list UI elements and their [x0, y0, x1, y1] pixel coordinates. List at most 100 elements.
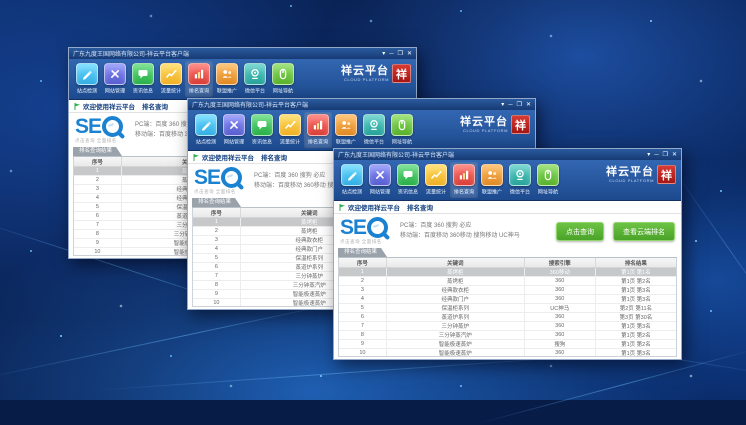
toolbar-item-news-info[interactable]: 资讯信息	[248, 112, 276, 148]
rank-cell: 第1页 第3名	[596, 349, 676, 357]
col-header-keyword: 关键词	[387, 258, 525, 267]
toolbar-item-site-check[interactable]: 站点检测	[338, 162, 366, 198]
seo-tagline: 点击查询 全面排名	[75, 138, 123, 144]
title-bar[interactable]: 广东九度王国网络有限公司-祥云平台客户端 ▾ ─ ❐ ✕	[188, 99, 535, 110]
tab-rank-results[interactable]: 排名查询结果	[192, 198, 241, 207]
toolbar-item-wechat-platform[interactable]: 微信平台	[360, 112, 388, 148]
toolbar-item-news-info[interactable]: 资讯信息	[129, 61, 157, 97]
toolbar-item-alliance-promo[interactable]: 联盟推广	[478, 162, 506, 198]
toolbar-item-traffic-stats[interactable]: 流量统计	[276, 112, 304, 148]
toolbar-item-label: 网站管理	[224, 138, 244, 145]
toolbar-item-news-info[interactable]: 资讯信息	[394, 162, 422, 198]
seo-logo: SE 点击查询 全面排名	[194, 167, 242, 195]
row-index-cell: 9	[74, 239, 122, 247]
col-header-index: 序号	[74, 157, 122, 166]
alliance-promo-icon	[216, 63, 238, 85]
skin-icon[interactable]: ▾	[382, 51, 385, 57]
toolbar-item-traffic-stats[interactable]: 流量统计	[157, 61, 185, 97]
toolbar-item-traffic-stats[interactable]: 流量统计	[422, 162, 450, 198]
table-row[interactable]: 9智能极速蒸炉搜狗第1页 第2名	[339, 340, 676, 349]
brand-logo: 祥云平台 CLOUD PLATFORM 祥	[606, 165, 676, 184]
table-row[interactable]: 6蒸道炉系列360第3页 第30名	[339, 313, 676, 322]
minimize-icon[interactable]: ─	[389, 51, 393, 57]
toolbar-item-label: 联盟推广	[217, 87, 237, 94]
table-row[interactable]: 2蒸烤柜360第1页 第2名	[339, 277, 676, 286]
close-icon[interactable]: ✕	[526, 102, 531, 108]
toolbar-item-site-check[interactable]: 站点检测	[192, 112, 220, 148]
toolbar-item-website-manage[interactable]: 网站管理	[101, 61, 129, 97]
toolbar-item-website-manage[interactable]: 网站管理	[220, 112, 248, 148]
toolbar-item-url-nav[interactable]: 网址导航	[388, 112, 416, 148]
minimize-icon[interactable]: ─	[508, 102, 512, 108]
site-check-icon	[195, 114, 217, 136]
welcome-section-label: 排名查询	[407, 202, 433, 212]
query-button[interactable]: 点击查询	[556, 222, 604, 241]
website-manage-icon	[369, 164, 391, 186]
toolbar-item-label: 网址导航	[273, 87, 293, 94]
flag-icon	[74, 103, 80, 110]
toolbar-item-site-check[interactable]: 站点检测	[73, 61, 101, 97]
table-row[interactable]: 3经典款衣柜360第1页 第3名	[339, 286, 676, 295]
tab-rank-results[interactable]: 排名查询结果	[73, 147, 122, 156]
toolbar-item-wechat-platform[interactable]: 微信平台	[506, 162, 534, 198]
table-row[interactable]: 10智能极速蒸炉360第1页 第3名	[339, 349, 676, 357]
close-icon[interactable]: ✕	[407, 51, 412, 57]
engine-cell: 360	[525, 322, 596, 330]
row-index-cell: 3	[193, 236, 241, 244]
toolbar-item-rank-query[interactable]: 排名查询	[450, 162, 478, 198]
close-icon[interactable]: ✕	[672, 152, 677, 158]
keyword-cell: 蒸道炉系列	[387, 313, 525, 321]
app-window-front[interactable]: 广东九度王国网络有限公司-祥云平台客户端 ▾ ─ ❐ ✕ 站点检测网站管理资讯信…	[333, 148, 682, 360]
seo-logo-text: SE	[340, 217, 366, 238]
toolbar-item-label: 资讯信息	[398, 188, 418, 195]
table-row[interactable]: 1蒸烤柜360移动第1页 第1名	[339, 268, 676, 277]
maximize-icon[interactable]: ❐	[663, 152, 668, 158]
toolbar-item-label: 联盟推广	[482, 188, 502, 195]
table-row[interactable]: 4经典款门户360第1页 第3名	[339, 295, 676, 304]
row-index-cell: 6	[74, 212, 122, 220]
skin-icon[interactable]: ▾	[501, 102, 504, 108]
toolbar-item-label: 微信平台	[510, 188, 530, 195]
toolbar-item-url-nav[interactable]: 网址导航	[269, 61, 297, 97]
maximize-icon[interactable]: ❐	[398, 51, 403, 57]
title-bar[interactable]: 广东九度王国网络有限公司-祥云平台客户端 ▾ ─ ❐ ✕	[334, 149, 681, 160]
minimize-icon[interactable]: ─	[654, 152, 658, 158]
title-bar[interactable]: 广东九度王国网络有限公司-祥云平台客户端 ▾ ─ ❐ ✕	[69, 48, 416, 59]
skin-icon[interactable]: ▾	[647, 152, 650, 158]
toolbar-item-rank-query[interactable]: 排名查询	[185, 61, 213, 97]
toolbar-item-alliance-promo[interactable]: 联盟推广	[332, 112, 360, 148]
view-cloud-rank-button[interactable]: 查看云端排名	[613, 222, 675, 241]
window-title: 广东九度王国网络有限公司-祥云平台客户端	[192, 100, 497, 109]
toolbar: 站点检测网站管理资讯信息流量统计排名查询联盟推广 微信平台网址导航 祥云平台 CL…	[334, 160, 681, 201]
maximize-icon[interactable]: ❐	[517, 102, 522, 108]
wechat-platform-icon	[244, 63, 266, 85]
engine-cell: UC神马	[525, 304, 596, 312]
seo-logo-text: SE	[75, 116, 101, 137]
row-index-cell: 9	[339, 340, 387, 348]
table-row[interactable]: 8三分钟蒸汽炉360第1页 第2名	[339, 331, 676, 340]
toolbar-item-label: 流量统计	[161, 87, 181, 94]
toolbar-item-rank-query[interactable]: 排名查询	[304, 112, 332, 148]
table-row[interactable]: 7三分钟蒸炉360第1页 第3名	[339, 322, 676, 331]
tab-rank-results[interactable]: 排名查询结果	[338, 248, 387, 257]
brand-name: 祥云平台	[606, 167, 654, 178]
keyword-cell: 三分钟蒸炉	[387, 322, 525, 330]
brand-name: 祥云平台	[460, 117, 508, 128]
row-index-cell: 4	[193, 245, 241, 253]
row-index-cell: 5	[74, 203, 122, 211]
col-header-engine: 搜索引擎	[525, 258, 596, 267]
toolbar-item-alliance-promo[interactable]: 联盟推广	[213, 61, 241, 97]
window-title: 广东九度王国网络有限公司-祥云平台客户端	[73, 49, 378, 58]
toolbar-item-wechat-platform[interactable]: 微信平台	[241, 61, 269, 97]
rank-cell: 第1页 第2名	[596, 331, 676, 339]
brand-badge: 祥	[392, 64, 411, 83]
rank-query-icon	[453, 164, 475, 186]
table-row[interactable]: 5保温柜系列UC神马第2页 第11名	[339, 304, 676, 313]
toolbar-item-url-nav[interactable]: 网址导航	[534, 162, 562, 198]
row-index-cell: 1	[193, 218, 241, 226]
traffic-stats-icon	[279, 114, 301, 136]
window-title: 广东九度王国网络有限公司-祥云平台客户端	[338, 150, 643, 159]
welcome-text: 欢迎使用祥云平台	[202, 152, 254, 162]
toolbar-item-website-manage[interactable]: 网站管理	[366, 162, 394, 198]
news-info-icon	[132, 63, 154, 85]
